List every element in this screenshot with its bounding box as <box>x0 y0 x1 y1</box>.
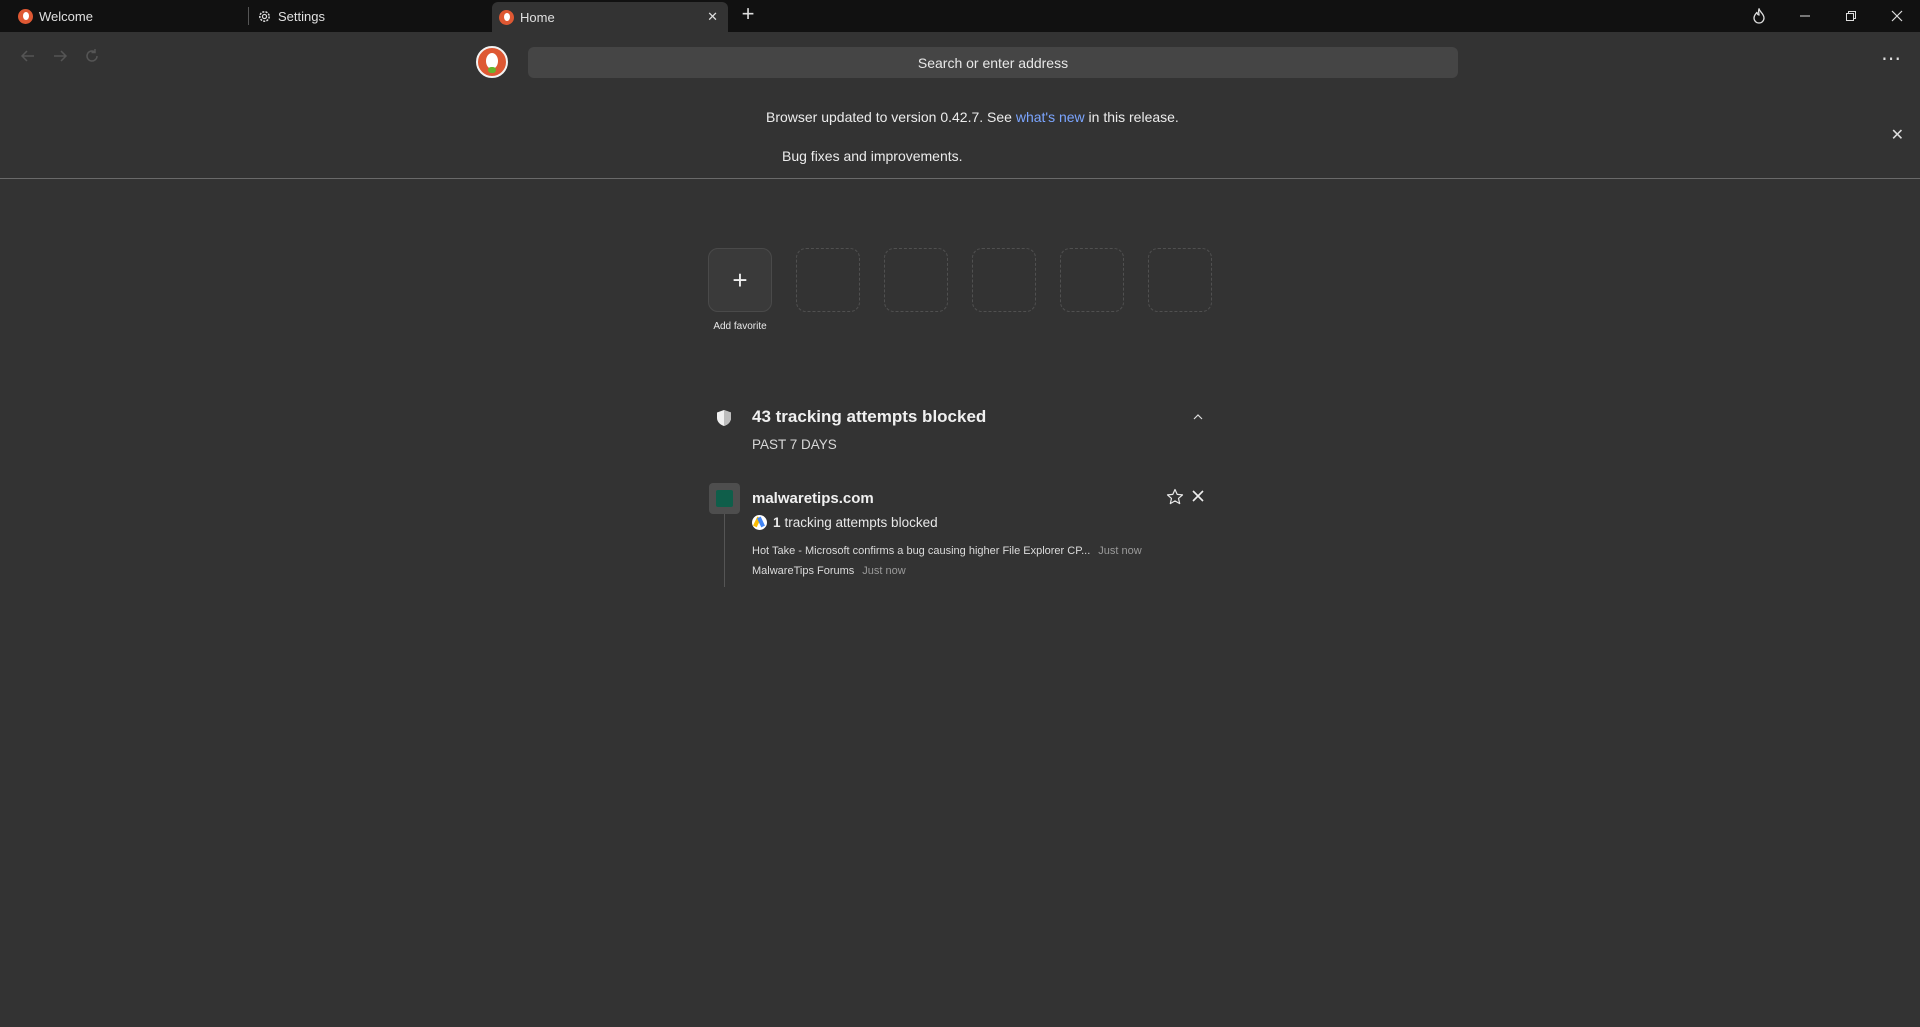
site-favicon-icon <box>709 483 740 514</box>
empty-favorite-slot <box>884 248 948 312</box>
history-item[interactable]: Hot Take - Microsoft confirms a bug caus… <box>752 545 1142 557</box>
collapse-icon[interactable] <box>1192 409 1204 425</box>
tab-label: Home <box>520 9 555 25</box>
fire-button[interactable] <box>1736 0 1782 32</box>
close-window-button[interactable] <box>1874 0 1920 32</box>
tracker-summary: 1 tracking attempts blocked <box>752 515 938 530</box>
history-item-time: Just now <box>1098 545 1142 557</box>
reload-icon <box>86 49 98 62</box>
empty-favorite-slot <box>1148 248 1212 312</box>
new-tab-button[interactable]: + <box>736 3 760 27</box>
back-button[interactable] <box>16 44 40 68</box>
close-banner-icon[interactable]: ✕ <box>1891 125 1904 145</box>
duckduckgo-favicon-icon <box>499 9 514 25</box>
tab-settings[interactable]: Settings <box>248 7 492 25</box>
tracker-count: 1 <box>773 515 781 530</box>
restore-button[interactable] <box>1828 0 1874 32</box>
google-ads-icon <box>752 515 767 530</box>
close-icon <box>1891 10 1903 22</box>
address-bar[interactable]: Search or enter address <box>528 47 1458 78</box>
forward-button[interactable] <box>48 44 72 68</box>
update-message-suffix: in this release. <box>1084 109 1179 125</box>
shield-icon <box>717 410 731 426</box>
empty-favorite-slot <box>972 248 1036 312</box>
gear-icon <box>257 9 272 24</box>
tab-welcome[interactable]: Welcome <box>0 0 248 32</box>
tracking-summary-title: 43 tracking attempts blocked <box>752 407 987 426</box>
empty-favorite-slot <box>1060 248 1124 312</box>
arrow-right-icon <box>54 50 68 62</box>
fire-icon <box>1753 8 1765 24</box>
add-favorite-button[interactable]: + <box>708 248 772 312</box>
remove-site-icon[interactable] <box>1192 489 1204 506</box>
restore-icon <box>1846 11 1856 21</box>
update-message-text: Browser updated to version 0.42.7. See <box>766 109 1016 125</box>
tab-label: Welcome <box>39 8 93 24</box>
history-timeline-line <box>724 514 725 587</box>
plus-icon: + <box>732 264 748 295</box>
address-placeholder: Search or enter address <box>917 54 1069 71</box>
minimize-button[interactable] <box>1782 0 1828 32</box>
history-item-title: MalwareTips Forums <box>752 565 855 577</box>
site-domain[interactable]: malwaretips.com <box>752 490 874 507</box>
whats-new-link[interactable]: what's new <box>1016 109 1085 125</box>
history-item[interactable]: MalwareTips Forums Just now <box>752 565 906 577</box>
tab-home[interactable]: Home ✕ <box>492 2 728 32</box>
tab-label: Settings <box>278 8 325 24</box>
tracking-period: PAST 7 DAYS <box>752 437 837 452</box>
update-details: Bug fixes and improvements. <box>782 148 963 164</box>
tab-strip: Welcome Settings Home ✕ + <box>0 0 1920 32</box>
star-icon[interactable] <box>1166 488 1184 506</box>
update-message: Browser updated to version 0.42.7. See w… <box>766 109 1179 125</box>
tracker-text: tracking attempts blocked <box>784 515 938 530</box>
duckduckgo-logo <box>476 46 508 78</box>
reload-button[interactable] <box>80 44 104 68</box>
history-item-time: Just now <box>862 565 906 577</box>
update-banner: Browser updated to version 0.42.7. See w… <box>0 88 1920 179</box>
duckduckgo-favicon-icon <box>18 8 33 24</box>
history-item-title: Hot Take - Microsoft confirms a bug caus… <box>752 545 1091 557</box>
close-tab-icon[interactable]: ✕ <box>707 9 718 25</box>
minimize-icon <box>1800 15 1810 17</box>
menu-icon[interactable]: ⋯ <box>1881 46 1902 71</box>
add-favorite-label: Add favorite <box>713 321 767 332</box>
navigation-bar: Search or enter address ⋯ <box>0 32 1920 88</box>
arrow-left-icon <box>20 50 34 62</box>
empty-favorite-slot <box>796 248 860 312</box>
